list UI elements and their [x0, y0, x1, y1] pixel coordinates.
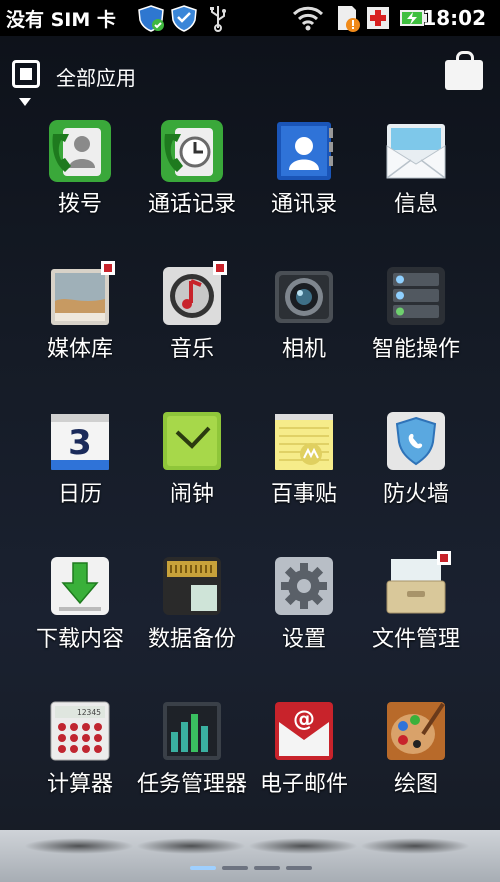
paint-palette-icon — [387, 702, 445, 760]
app-label: 通讯录 — [270, 192, 337, 217]
all-apps-icon[interactable] — [12, 60, 40, 88]
app-smart-actions[interactable]: 智能操作 — [360, 257, 472, 397]
file-manager-icon-wrap — [385, 551, 451, 617]
smart-actions-icon — [387, 267, 445, 325]
messages-icon — [386, 124, 446, 179]
task-manager-icon — [163, 702, 221, 760]
app-label: 媒体库 — [46, 337, 113, 362]
app-label: 闹钟 — [169, 482, 214, 507]
page-dot[interactable] — [254, 866, 280, 870]
camera-icon — [275, 271, 333, 323]
app-label: 日历 — [57, 482, 102, 507]
app-label: 百事贴 — [270, 482, 337, 507]
settings-gear-icon — [275, 557, 333, 615]
app-file-manager[interactable]: 文件管理 — [360, 547, 472, 687]
wifi-icon — [292, 6, 324, 31]
app-paint[interactable]: 绘图 — [360, 692, 472, 832]
group-title[interactable]: 全部应用 — [56, 62, 136, 91]
svg-text:@: @ — [293, 707, 315, 732]
app-label: 相机 — [281, 337, 326, 362]
app-label: 音乐 — [169, 337, 214, 362]
app-label: 文件管理 — [371, 627, 460, 652]
alarm-clock-icon — [163, 412, 221, 470]
app-label: 防火墙 — [382, 482, 449, 507]
dock-slot-shadow — [24, 838, 134, 854]
app-label: 任务管理器 — [136, 772, 247, 797]
status-bar: 没有 SIM 卡 18:02 — [0, 0, 500, 36]
dock-slot-shadow — [136, 838, 246, 854]
app-backup[interactable]: 数据备份 — [136, 547, 248, 687]
dropdown-caret-icon[interactable] — [19, 98, 31, 106]
red-cross-icon — [367, 7, 389, 29]
app-alarm[interactable]: 闹钟 — [136, 402, 248, 542]
dock-slot-shadow — [360, 838, 470, 854]
app-label: 设置 — [281, 627, 326, 652]
calculator-icon: 12345 — [50, 701, 110, 761]
page-dot[interactable] — [222, 866, 248, 870]
page-indicator[interactable] — [0, 866, 500, 872]
usb-icon — [210, 6, 226, 32]
downloads-icon — [51, 557, 109, 615]
app-label: 通话记录 — [147, 192, 236, 217]
sd-card-warning-icon — [338, 6, 360, 32]
clock: 18:02 — [422, 6, 486, 30]
new-badge-icon — [101, 261, 115, 275]
call-log-icon — [161, 120, 223, 182]
app-label: 电子邮件 — [259, 772, 348, 797]
phone-dialer-icon — [49, 120, 111, 182]
app-label: 计算器 — [46, 772, 113, 797]
email-icon: @ — [275, 702, 333, 760]
music-icon-wrap — [161, 261, 227, 327]
app-camera[interactable]: 相机 — [248, 257, 360, 397]
dock-slot-shadow — [248, 838, 358, 854]
app-label: 下载内容 — [35, 627, 124, 652]
app-call-log[interactable]: 通话记录 — [136, 112, 248, 252]
shield-check-icon — [138, 5, 164, 32]
app-gallery[interactable]: 媒体库 — [24, 257, 136, 397]
app-email[interactable]: @ 电子邮件 — [248, 692, 360, 832]
gallery-icon-wrap — [49, 261, 115, 327]
app-messages[interactable]: 信息 — [360, 112, 472, 252]
new-badge-icon — [437, 551, 451, 565]
app-music[interactable]: 音乐 — [136, 257, 248, 397]
app-label: 信息 — [393, 192, 438, 217]
app-calculator[interactable]: 12345 计算器 — [24, 692, 136, 832]
market-bag-icon[interactable] — [445, 51, 483, 90]
app-notes[interactable]: 百事贴 — [248, 402, 360, 542]
shield-icon — [171, 5, 197, 32]
firewall-icon — [387, 412, 445, 470]
app-label: 智能操作 — [371, 337, 460, 362]
app-drawer-header: 全部应用 — [0, 40, 500, 110]
app-downloads[interactable]: 下载内容 — [24, 547, 136, 687]
page-dot-active[interactable] — [190, 866, 216, 870]
app-contacts[interactable]: 通讯录 — [248, 112, 360, 252]
app-settings[interactable]: 设置 — [248, 547, 360, 687]
app-label: 绘图 — [393, 772, 438, 797]
backup-icon — [163, 557, 221, 615]
calendar-icon: 3 — [51, 414, 109, 470]
app-phone[interactable]: 拨号 — [24, 112, 136, 252]
carrier-label: 没有 SIM 卡 — [6, 8, 116, 31]
app-firewall[interactable]: 防火墙 — [360, 402, 472, 542]
app-label: 数据备份 — [147, 627, 236, 652]
calculator-display: 12345 — [77, 708, 101, 717]
calendar-day: 3 — [68, 423, 92, 463]
notes-icon — [275, 414, 333, 470]
contacts-icon — [277, 122, 333, 180]
new-badge-icon — [213, 261, 227, 275]
app-calendar[interactable]: 3 日历 — [24, 402, 136, 542]
page-dot[interactable] — [286, 866, 312, 870]
app-label: 拨号 — [57, 192, 102, 217]
app-task-manager[interactable]: 任务管理器 — [136, 692, 248, 832]
